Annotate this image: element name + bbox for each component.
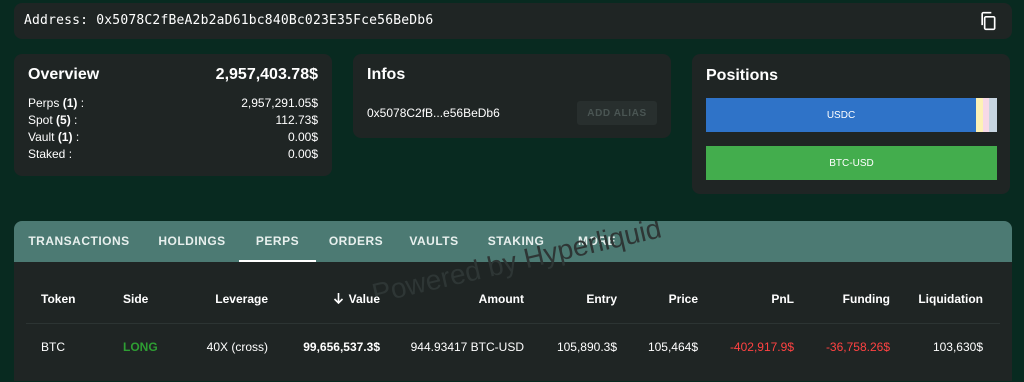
overview-row-value: 112.73$ (275, 113, 319, 127)
header-price[interactable]: Price (618, 292, 698, 306)
address-bar: Address: 0x5078C2fBeA2b2aD61bc840Bc023E3… (14, 3, 1012, 39)
positions-card: Positions USDC BTC-USD (692, 54, 1010, 194)
overview-row-label: Spot (5) : (28, 113, 78, 127)
header-value-sortable[interactable]: Value (300, 292, 380, 306)
cell-funding: -36,758.26$ (825, 340, 890, 354)
tab-holdings[interactable]: HOLDINGS (144, 221, 240, 262)
tabs-panel: TRANSACTIONS HOLDINGS PERPS ORDERS VAULT… (14, 221, 1012, 381)
short-address: 0x5078C2fB...e56BeDb6 (367, 106, 500, 120)
cell-entry: 105,890.3$ (556, 340, 617, 354)
overview-row-label: Perps (1) : (28, 96, 85, 110)
cell-liquidation: 103,630$ (932, 340, 983, 354)
position-segment[interactable] (976, 98, 983, 132)
header-value: Value (348, 292, 380, 306)
overview-row-spot: Spot (5) : 112.73$ (28, 113, 318, 130)
copy-icon[interactable] (978, 11, 998, 31)
header-amount[interactable]: Amount (424, 292, 524, 306)
tab-transactions[interactable]: TRANSACTIONS (14, 221, 144, 262)
tab-more[interactable]: MORE (562, 221, 632, 262)
position-bar-btc-usd[interactable]: BTC-USD (706, 146, 997, 180)
arrow-down-icon (333, 293, 343, 304)
position-bar-label: BTC-USD (829, 157, 874, 169)
overview-row-label: Staked : (28, 147, 73, 161)
address-text: Address: 0x5078C2fBeA2b2aD61bc840Bc023E3… (24, 13, 434, 28)
cell-value: 99,656,537.3$ (303, 340, 380, 354)
tab-vaults[interactable]: VAULTS (396, 221, 472, 262)
overview-row-label: Vault (1) : (28, 130, 80, 144)
tab-bar: TRANSACTIONS HOLDINGS PERPS ORDERS VAULT… (14, 221, 1012, 262)
tab-perps[interactable]: PERPS (239, 221, 316, 262)
header-funding[interactable]: Funding (810, 292, 890, 306)
add-alias-button[interactable]: ADD ALIAS (577, 101, 657, 125)
cell-side: LONG (123, 340, 158, 354)
overview-row-value: 0.00$ (287, 147, 318, 161)
header-liquidation[interactable]: Liquidation (893, 292, 983, 306)
position-bar-label: USDC (826, 109, 856, 121)
cell-pnl: -402,917.9$ (729, 340, 794, 354)
divider (26, 323, 1000, 324)
cell-price: 105,464$ (647, 340, 698, 354)
overview-row-value: 0.00$ (287, 130, 318, 144)
header-token[interactable]: Token (41, 292, 75, 306)
overview-row-staked: Staked : 0.00$ (28, 147, 318, 164)
overview-row-perps: Perps (1) : 2,957,291.05$ (28, 96, 318, 113)
header-side[interactable]: Side (123, 292, 148, 306)
positions-title: Positions (706, 67, 779, 84)
overview-row-value: 2,957,291.05$ (241, 96, 318, 110)
position-bar-usdc[interactable]: USDC (706, 98, 997, 132)
infos-title: Infos (367, 66, 406, 83)
header-entry[interactable]: Entry (537, 292, 617, 306)
tab-orders[interactable]: ORDERS (316, 221, 396, 262)
cell-amount: 944.93417 BTC-USD (410, 340, 524, 354)
overview-total: 2,957,403.78$ (215, 66, 318, 83)
header-leverage[interactable]: Leverage (168, 292, 268, 306)
tab-staking[interactable]: STAKING (472, 221, 560, 262)
cell-leverage: 40X (cross) (206, 340, 268, 354)
overview-row-vault: Vault (1) : 0.00$ (28, 130, 318, 147)
cell-token: BTC (41, 340, 65, 354)
position-segment[interactable] (989, 98, 997, 132)
overview-title: Overview (28, 66, 100, 83)
header-pnl[interactable]: PnL (714, 292, 794, 306)
overview-card: Overview 2,957,403.78$ Perps (1) : 2,957… (14, 54, 332, 176)
infos-card: Infos 0x5078C2fB...e56BeDb6 ADD ALIAS (353, 54, 671, 138)
